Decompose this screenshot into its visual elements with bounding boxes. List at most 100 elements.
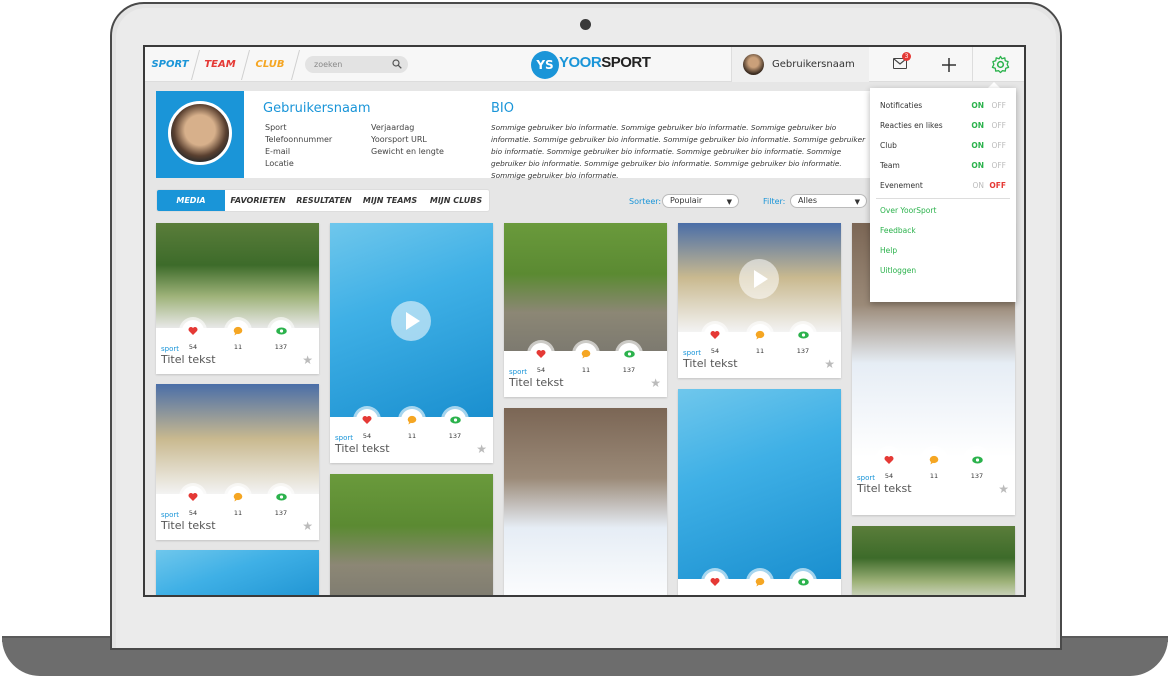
- card-title: Titel tekst: [509, 376, 564, 389]
- link-about[interactable]: Over YoorSport: [880, 206, 936, 215]
- comment-icon: [233, 492, 243, 502]
- card-tag[interactable]: sport: [161, 345, 179, 353]
- view-count: 137: [622, 366, 636, 374]
- link-feedback[interactable]: Feedback: [880, 226, 916, 235]
- card-stats: 54 11 137: [330, 409, 493, 443]
- media-card[interactable]: [156, 550, 319, 595]
- tab-media[interactable]: MEDIA: [157, 190, 225, 211]
- comment-stat[interactable]: 11: [390, 409, 434, 440]
- toggle-notifications[interactable]: Notificaties ON OFF: [880, 101, 1008, 113]
- view-stat[interactable]: 137: [955, 449, 999, 480]
- star-icon[interactable]: ★: [650, 376, 661, 390]
- media-card[interactable]: 54 11 137 sport Titel tekst ★: [330, 223, 493, 463]
- star-icon[interactable]: ★: [998, 482, 1009, 496]
- toggle-off[interactable]: OFF: [991, 141, 1006, 150]
- comment-icon: [929, 455, 939, 465]
- media-card[interactable]: [852, 526, 1015, 595]
- divider: [876, 198, 1010, 199]
- comment-stat[interactable]: 11: [564, 343, 608, 374]
- like-stat[interactable]: 54: [693, 571, 737, 595]
- heart-icon: [536, 350, 546, 358]
- comment-stat[interactable]: 11: [216, 320, 260, 351]
- star-icon[interactable]: ★: [302, 519, 313, 533]
- tab-results[interactable]: RESULTATEN: [291, 190, 357, 211]
- profile-field-birthday: Verjaardag: [371, 123, 415, 132]
- toggle-club[interactable]: Club ON OFF: [880, 141, 1008, 153]
- view-stat[interactable]: 137: [781, 571, 825, 595]
- settings-button[interactable]: [972, 47, 1024, 82]
- filter-select[interactable]: Alles ▼: [790, 194, 867, 208]
- card-tag[interactable]: sport: [509, 368, 527, 376]
- media-card[interactable]: 54 11 137 sport Titel tekst ★: [156, 223, 319, 374]
- play-icon[interactable]: [739, 259, 779, 299]
- play-icon[interactable]: [391, 301, 431, 341]
- view-count: 137: [448, 432, 462, 440]
- toggle-off[interactable]: OFF: [989, 181, 1006, 190]
- user-menu[interactable]: Gebruikersnaam: [731, 47, 869, 82]
- nav-tab-team[interactable]: TEAM: [195, 47, 245, 82]
- star-icon[interactable]: ★: [476, 442, 487, 456]
- card-tag[interactable]: sport: [335, 434, 353, 442]
- media-card[interactable]: 54 11 137 sport Titel tekst ★: [678, 223, 841, 378]
- media-card[interactable]: 54 11 137 sport Titel tekst ★: [504, 223, 667, 397]
- view-stat[interactable]: 137: [259, 320, 303, 351]
- search-icon[interactable]: [392, 59, 402, 69]
- card-title: Titel tekst: [161, 353, 216, 366]
- media-card[interactable]: 54 11 137 sport Titel tekst ★: [156, 384, 319, 540]
- card-tag[interactable]: sport: [683, 349, 701, 357]
- toggle-team[interactable]: Team ON OFF: [880, 161, 1008, 173]
- profile-fields-col2: Verjaardag Yoorsport URL Gewicht en leng…: [371, 122, 444, 158]
- tab-my-clubs[interactable]: MIJN CLUBS: [423, 190, 489, 211]
- view-stat[interactable]: 137: [781, 324, 825, 355]
- toggle-reactions[interactable]: Reacties en likes ON OFF: [880, 121, 1008, 133]
- search-input[interactable]: zoeken: [305, 56, 408, 73]
- link-help[interactable]: Help: [880, 246, 897, 255]
- toggle-off[interactable]: OFF: [991, 101, 1006, 110]
- profile-field-sport: Sport: [265, 123, 287, 132]
- comment-count: 11: [738, 594, 782, 595]
- card-tag[interactable]: sport: [857, 474, 875, 482]
- media-image-swimming: [156, 550, 319, 595]
- view-stat[interactable]: 137: [607, 343, 651, 374]
- card-tag[interactable]: sport: [161, 511, 179, 519]
- comment-stat[interactable]: 11: [216, 486, 260, 517]
- star-icon[interactable]: ★: [824, 357, 835, 371]
- media-card[interactable]: [504, 408, 667, 595]
- sort-select[interactable]: Populair ▼: [662, 194, 739, 208]
- media-card[interactable]: [330, 474, 493, 595]
- toggle-off[interactable]: OFF: [991, 161, 1006, 170]
- logo-sport: SPORT: [601, 54, 651, 71]
- toggle-on[interactable]: ON: [971, 161, 984, 170]
- card-stats: 54 11 137: [504, 343, 667, 377]
- nav-tab-club[interactable]: CLUB: [245, 47, 295, 82]
- toggle-label: Reacties en likes: [880, 121, 943, 130]
- link-logout[interactable]: Uitloggen: [880, 266, 916, 275]
- toggle-on[interactable]: ON: [972, 181, 984, 190]
- nav-tab-sport[interactable]: SPORT: [145, 47, 195, 82]
- toggle-on[interactable]: ON: [971, 141, 984, 150]
- comment-stat[interactable]: 11: [738, 571, 782, 595]
- toggle-on[interactable]: ON: [971, 121, 984, 130]
- chevron-down-icon: ▼: [726, 198, 732, 206]
- media-card[interactable]: 54 11 137: [678, 389, 841, 595]
- camera-icon: [580, 19, 591, 30]
- view-stat[interactable]: 137: [259, 486, 303, 517]
- toggle-event[interactable]: Evenement ON OFF: [880, 181, 1008, 193]
- comment-count: 11: [407, 432, 417, 440]
- comment-stat[interactable]: 11: [738, 324, 782, 355]
- media-image-biathlon: [504, 408, 667, 595]
- eye-icon: [275, 327, 287, 335]
- plus-icon[interactable]: [941, 57, 957, 73]
- tab-favorites[interactable]: FAVORIETEN: [225, 190, 291, 211]
- toggle-on[interactable]: ON: [971, 101, 984, 110]
- media-image-cycling: [330, 474, 493, 595]
- comment-stat[interactable]: 11: [912, 449, 956, 480]
- yoorsport-logo[interactable]: YS YOORSPORT: [531, 51, 651, 79]
- profile-name: Gebruikersnaam: [263, 101, 371, 116]
- star-icon[interactable]: ★: [302, 353, 313, 367]
- heart-icon: [362, 416, 372, 424]
- view-stat[interactable]: 137: [433, 409, 477, 440]
- toggle-off[interactable]: OFF: [991, 121, 1006, 130]
- tab-my-teams[interactable]: MIJN TEAMS: [357, 190, 423, 211]
- view-count: 137: [274, 343, 288, 351]
